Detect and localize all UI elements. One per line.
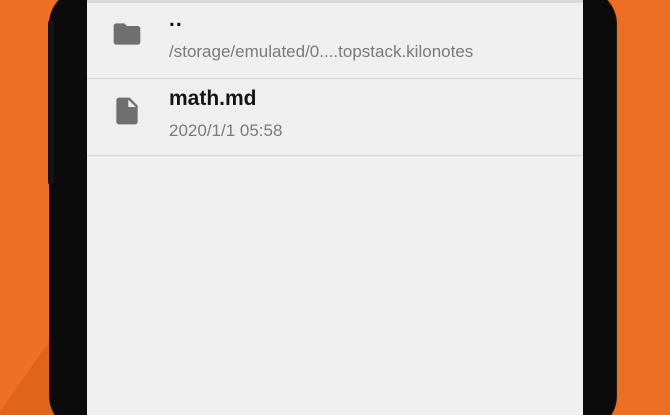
list-item-date: 2020/1/1 05:58	[169, 121, 283, 140]
top-divider	[87, 0, 583, 3]
phone-side-button	[48, 20, 54, 185]
list-item-path: /storage/emulated/0....topstack.kilonote…	[169, 42, 474, 61]
file-browser-screen: .. /storage/emulated/0....topstack.kilon…	[87, 0, 583, 415]
list-item-file[interactable]: math.md 2020/1/1 05:58	[87, 79, 583, 156]
list-item-title: math.md	[169, 87, 257, 110]
list-item-title: ..	[169, 8, 183, 31]
file-icon	[111, 95, 143, 127]
list-item-parent-directory[interactable]: .. /storage/emulated/0....topstack.kilon…	[87, 0, 583, 79]
folder-icon	[111, 18, 143, 50]
